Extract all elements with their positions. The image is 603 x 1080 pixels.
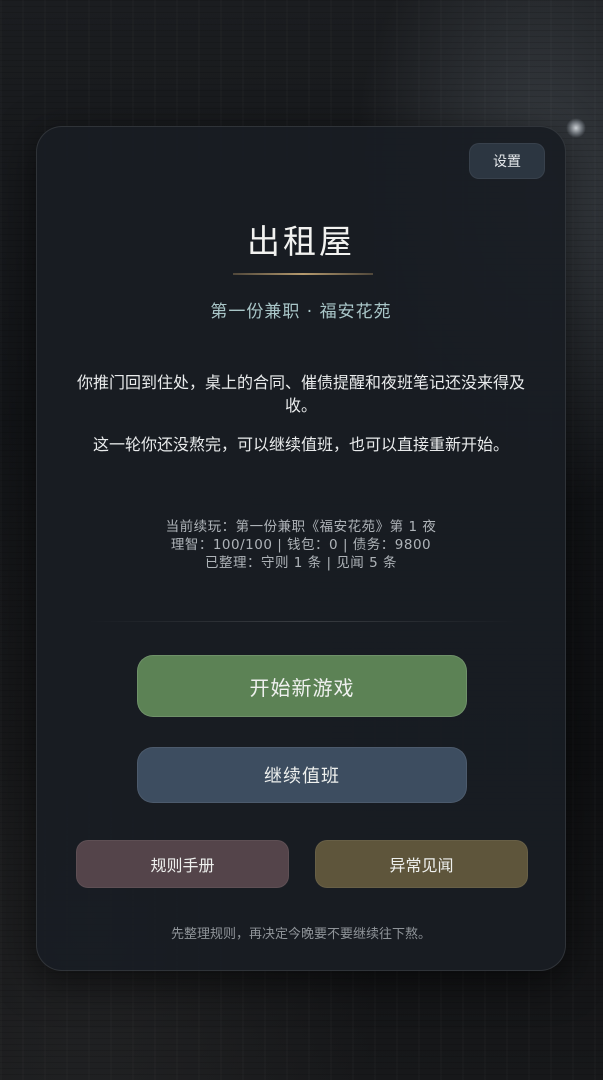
title-divider <box>233 273 373 275</box>
rules-handbook-button[interactable]: 规则手册 <box>76 840 289 888</box>
status-stats: 理智：100/100 | 钱包：0 | 债务：9800 <box>170 537 432 553</box>
new-game-button[interactable]: 开始新游戏 <box>137 655 467 717</box>
status-current-run: 当前续玩：第一份兼职《福安花苑》第 1 夜 <box>165 519 437 535</box>
intro-paragraph-2: 这一轮你还没熬完，可以继续值班，也可以直接重新开始。 <box>92 435 509 454</box>
page-subtitle: 第一份兼职 · 福安花苑 <box>210 302 392 322</box>
footer-hint: 先整理规则，再决定今晚要不要继续往下熬。 <box>170 927 431 942</box>
section-divider <box>87 621 517 622</box>
intro-paragraph-1: 你推门回到住处，桌上的合同、催债提醒和夜班笔记还没来得及收。 <box>76 373 525 415</box>
main-panel: 设置 出租屋 第一份兼职 · 福安花苑 你推门回到住处，桌上的合同、催债提醒和夜… <box>36 126 566 971</box>
page-title: 出租屋 <box>247 222 355 261</box>
continue-shift-button[interactable]: 继续值班 <box>137 747 467 803</box>
settings-button[interactable]: 设置 <box>469 143 545 179</box>
anomaly-records-button[interactable]: 异常见闻 <box>315 840 528 888</box>
street-lamp-glow <box>566 118 586 138</box>
status-collected: 已整理：守则 1 条 | 见闻 5 条 <box>205 555 397 571</box>
